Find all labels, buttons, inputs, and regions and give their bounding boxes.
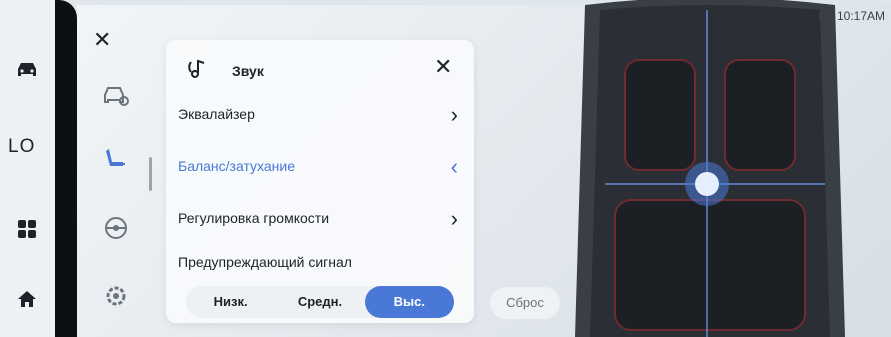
home-icon[interactable]	[12, 284, 42, 314]
balance-point[interactable]	[695, 172, 719, 196]
level-medium[interactable]: Средн.	[275, 286, 364, 318]
battery-icon	[818, 11, 833, 21]
row-equalizer[interactable]: Эквалайзер ›	[178, 102, 458, 130]
level-high[interactable]: Выс.	[364, 286, 454, 318]
close-icon[interactable]: ✕	[434, 54, 452, 80]
row-label: Регулировка громкости	[178, 210, 330, 226]
row-label: Баланс/затухание	[178, 158, 295, 174]
rear-seat[interactable]	[614, 199, 806, 331]
sound-icon	[188, 59, 205, 78]
row-label: Эквалайзер	[178, 106, 255, 122]
row-volume-control[interactable]: Регулировка громкости ›	[178, 206, 458, 234]
front-right-seat[interactable]	[724, 59, 796, 171]
gear-icon[interactable]	[100, 280, 132, 312]
car-top-view[interactable]	[545, 0, 875, 337]
clock: 10:17AM	[836, 9, 885, 23]
seat-icon[interactable]	[100, 143, 132, 175]
menu-scrollbar[interactable]	[149, 157, 152, 191]
apps-grid-icon[interactable]	[12, 214, 42, 244]
rail-divider	[55, 0, 77, 337]
level-low[interactable]: Низк.	[186, 286, 275, 318]
chevron-right-icon: ›	[450, 206, 458, 231]
car-icon[interactable]	[12, 55, 42, 85]
car-settings-icon[interactable]	[100, 80, 132, 112]
row-warning-signal[interactable]: Предупреждающий сигнал	[178, 254, 458, 278]
front-left-seat[interactable]	[624, 59, 696, 171]
lo-label[interactable]: LO	[8, 136, 35, 158]
sound-panel: Звук ✕ Эквалайзер › Баланс/затухание ‹ Р…	[166, 40, 474, 323]
chevron-right-icon: ›	[450, 102, 458, 127]
level-selector[interactable]: Низк. Средн. Выс.	[186, 286, 454, 318]
panel-title: Звук	[232, 63, 264, 79]
steering-wheel-icon[interactable]	[100, 212, 132, 244]
row-label: Предупреждающий сигнал	[178, 254, 352, 270]
left-rail: LO	[0, 0, 56, 337]
row-balance-fade[interactable]: Баланс/затухание ‹	[178, 154, 458, 182]
status-bar: 10:17AM	[818, 9, 885, 23]
chevron-left-icon: ‹	[450, 154, 458, 179]
close-settings-icon[interactable]: ✕	[93, 27, 111, 53]
